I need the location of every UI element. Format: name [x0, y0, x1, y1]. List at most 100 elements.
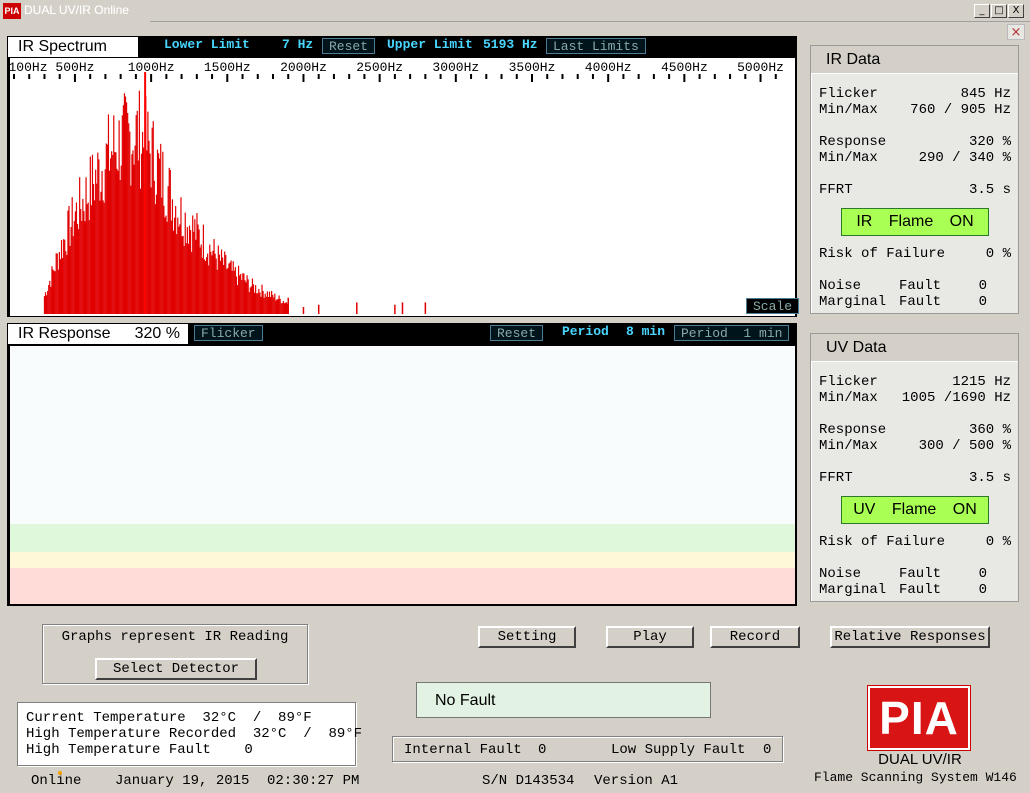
response-chart — [10, 346, 795, 604]
pia-logo: PIA — [868, 686, 970, 750]
status-date: January 19, 2015 — [115, 773, 250, 789]
spectrum-tick-label: 500Hz — [55, 60, 94, 75]
ir-response-tab: IR Response 320 % — [8, 324, 188, 344]
panel-close-icon[interactable]: × — [1007, 24, 1025, 40]
ir-response-label: Response — [819, 134, 887, 150]
ir-risk-value: 0 % — [985, 246, 1011, 262]
detector-box: Graphs represent IR Reading Select Detec… — [42, 624, 308, 684]
minimize-button[interactable]: _ — [974, 4, 990, 18]
uv-noise-fault-label: Fault — [899, 566, 942, 582]
spectrum-tick-label: 3000Hz — [432, 60, 479, 75]
spectrum-tick-label: 2000Hz — [280, 60, 327, 75]
high-temperature-recorded: High Temperature Recorded 32°C / 89°F — [26, 726, 363, 742]
ir-minmax-label: Min/Max — [819, 102, 878, 118]
ir-response-value: 320 % — [134, 325, 180, 342]
ir-marginal-label: Marginal — [819, 294, 887, 310]
ir-response-label: IR Response — [18, 325, 111, 342]
app-icon: PIA — [3, 3, 21, 19]
uv-minmax2-label: Min/Max — [819, 438, 878, 454]
spectrum-tick-label: 1000Hz — [128, 60, 175, 75]
lower-reset-button[interactable]: Reset — [322, 38, 376, 54]
status-time: 02:30:27 PM — [267, 773, 360, 789]
ir-data-panel: IR Data Flicker 845 Hz Min/Max 760 / 905 H… — [810, 45, 1019, 314]
spectrum-tick-label: 2500Hz — [356, 60, 403, 75]
ir-flicker-minmax: 760 / 905 Hz — [910, 102, 1011, 118]
uv-marginal-value: 0 — [978, 582, 987, 598]
spectrum-plot-area: 100Hz 500Hz 1000Hz 1500Hz 2000Hz 2500Hz 3000Hz… — [10, 58, 795, 316]
online-status: Online — [31, 773, 82, 789]
uv-response-label: Response — [819, 422, 887, 438]
ir-response-value: 320 % — [968, 134, 1011, 150]
fault-status: No Fault — [416, 682, 711, 718]
lower-limit-label: Lower Limit — [164, 37, 250, 52]
fault-counters-box: Internal Fault 0 Low Supply Fault 0 — [392, 736, 783, 762]
window-title: DUAL UV/IR Online — [24, 3, 129, 17]
ir-ffrt-value: 3.5 s — [968, 182, 1011, 198]
ir-response-minmax: 290 / 340 % — [918, 150, 1011, 166]
setting-button[interactable]: Setting — [478, 626, 576, 648]
uv-noise-label: Noise — [819, 566, 862, 582]
ir-flame-indicator: IR Flame ON — [841, 208, 989, 236]
spectrum-tick-label: 100Hz — [10, 60, 48, 75]
ir-noise-fault-label: Fault — [899, 278, 942, 294]
uv-marginal-label: Marginal — [819, 582, 887, 598]
graphs-note: Graphs represent IR Reading — [44, 626, 306, 648]
spectrum-tick-label: 4000Hz — [585, 60, 632, 75]
uv-response-value: 360 % — [968, 422, 1011, 438]
current-temperature: Current Temperature 32°C / 89°F — [26, 710, 312, 726]
ir-spectrum-panel: IR Spectrum Lower Limit 7 Hz Reset Upper… — [7, 36, 800, 317]
ir-flicker-value: 845 Hz — [960, 86, 1011, 102]
period-value: 8 min — [626, 324, 666, 339]
title-bar — [0, 0, 1030, 22]
response-reset-button[interactable]: Reset — [490, 325, 544, 341]
ir-risk-label: Risk of Failure — [819, 246, 946, 262]
ir-flicker-label: Flicker — [819, 86, 878, 102]
ir-response-panel: IR Response 320 % Flicker Reset Period 8… — [7, 323, 797, 606]
uv-minmax-label: Min/Max — [819, 390, 878, 406]
upper-limit-label: Upper Limit — [387, 37, 473, 52]
internal-fault-label: Internal Fault — [404, 742, 522, 758]
brand-subtitle: Flame Scanning System W146 — [814, 770, 1017, 785]
spectrum-tick-label: 3500Hz — [509, 60, 556, 75]
uv-risk-label: Risk of Failure — [819, 534, 946, 550]
temperature-box: Current Temperature 32°C / 89°F High Tem… — [17, 702, 362, 766]
uv-flicker-value: 1215 Hz — [952, 374, 1011, 390]
period-1min-button[interactable]: Period 1 min — [674, 325, 790, 341]
brand-title: DUAL UV/IR — [878, 751, 962, 768]
low-supply-fault-label: Low Supply Fault — [611, 742, 746, 758]
ir-minmax2-label: Min/Max — [819, 150, 878, 166]
spectrum-tick-label: 1500Hz — [204, 60, 251, 75]
scale-button[interactable]: Scale — [746, 298, 800, 314]
ir-marginal-value: 0 — [978, 294, 987, 310]
online-indicator-icon — [58, 771, 62, 775]
uv-flame-indicator: UV Flame ON — [841, 496, 989, 524]
ir-ffrt-label: FFRT — [819, 182, 853, 198]
uv-noise-value: 0 — [978, 566, 987, 582]
select-detector-button[interactable]: Select Detector — [95, 658, 257, 680]
uv-flicker-label: Flicker — [819, 374, 878, 390]
spectrum-chart: 100Hz 500Hz 1000Hz 1500Hz 2000Hz 2500Hz 3000Hz… — [10, 60, 784, 314]
spectrum-tick-label: 5000Hz — [737, 60, 784, 75]
play-button[interactable]: Play — [606, 626, 694, 648]
uv-flicker-minmax: 1005 /1690 Hz — [901, 390, 1011, 406]
low-supply-fault-value: 0 — [763, 742, 772, 758]
record-button[interactable]: Record — [710, 626, 800, 648]
uv-data-title: UV Data — [811, 334, 1018, 362]
upper-limit-value: 5193 Hz — [483, 37, 538, 52]
close-button[interactable]: X — [1008, 4, 1024, 18]
uv-ffrt-value: 3.5 s — [968, 470, 1011, 486]
uv-response-minmax: 300 / 500 % — [918, 438, 1011, 454]
uv-risk-value: 0 % — [985, 534, 1011, 550]
flicker-button[interactable]: Flicker — [194, 325, 263, 341]
maximize-button[interactable]: □ — [991, 4, 1007, 18]
internal-fault-value: 0 — [538, 742, 547, 758]
response-plot-area — [10, 346, 795, 604]
ir-spectrum-tab: IR Spectrum — [8, 37, 138, 57]
last-limits-button[interactable]: Last Limits — [546, 38, 646, 54]
uv-marginal-fault-label: Fault — [899, 582, 942, 598]
lower-limit-value: 7 Hz — [282, 37, 314, 52]
version: Version A1 — [594, 773, 679, 789]
relative-responses-button[interactable]: Relative Responses — [830, 626, 990, 648]
ir-noise-label: Noise — [819, 278, 862, 294]
uv-data-panel: UV Data Flicker 1215 Hz Min/Max 1005 /1690… — [810, 333, 1019, 602]
